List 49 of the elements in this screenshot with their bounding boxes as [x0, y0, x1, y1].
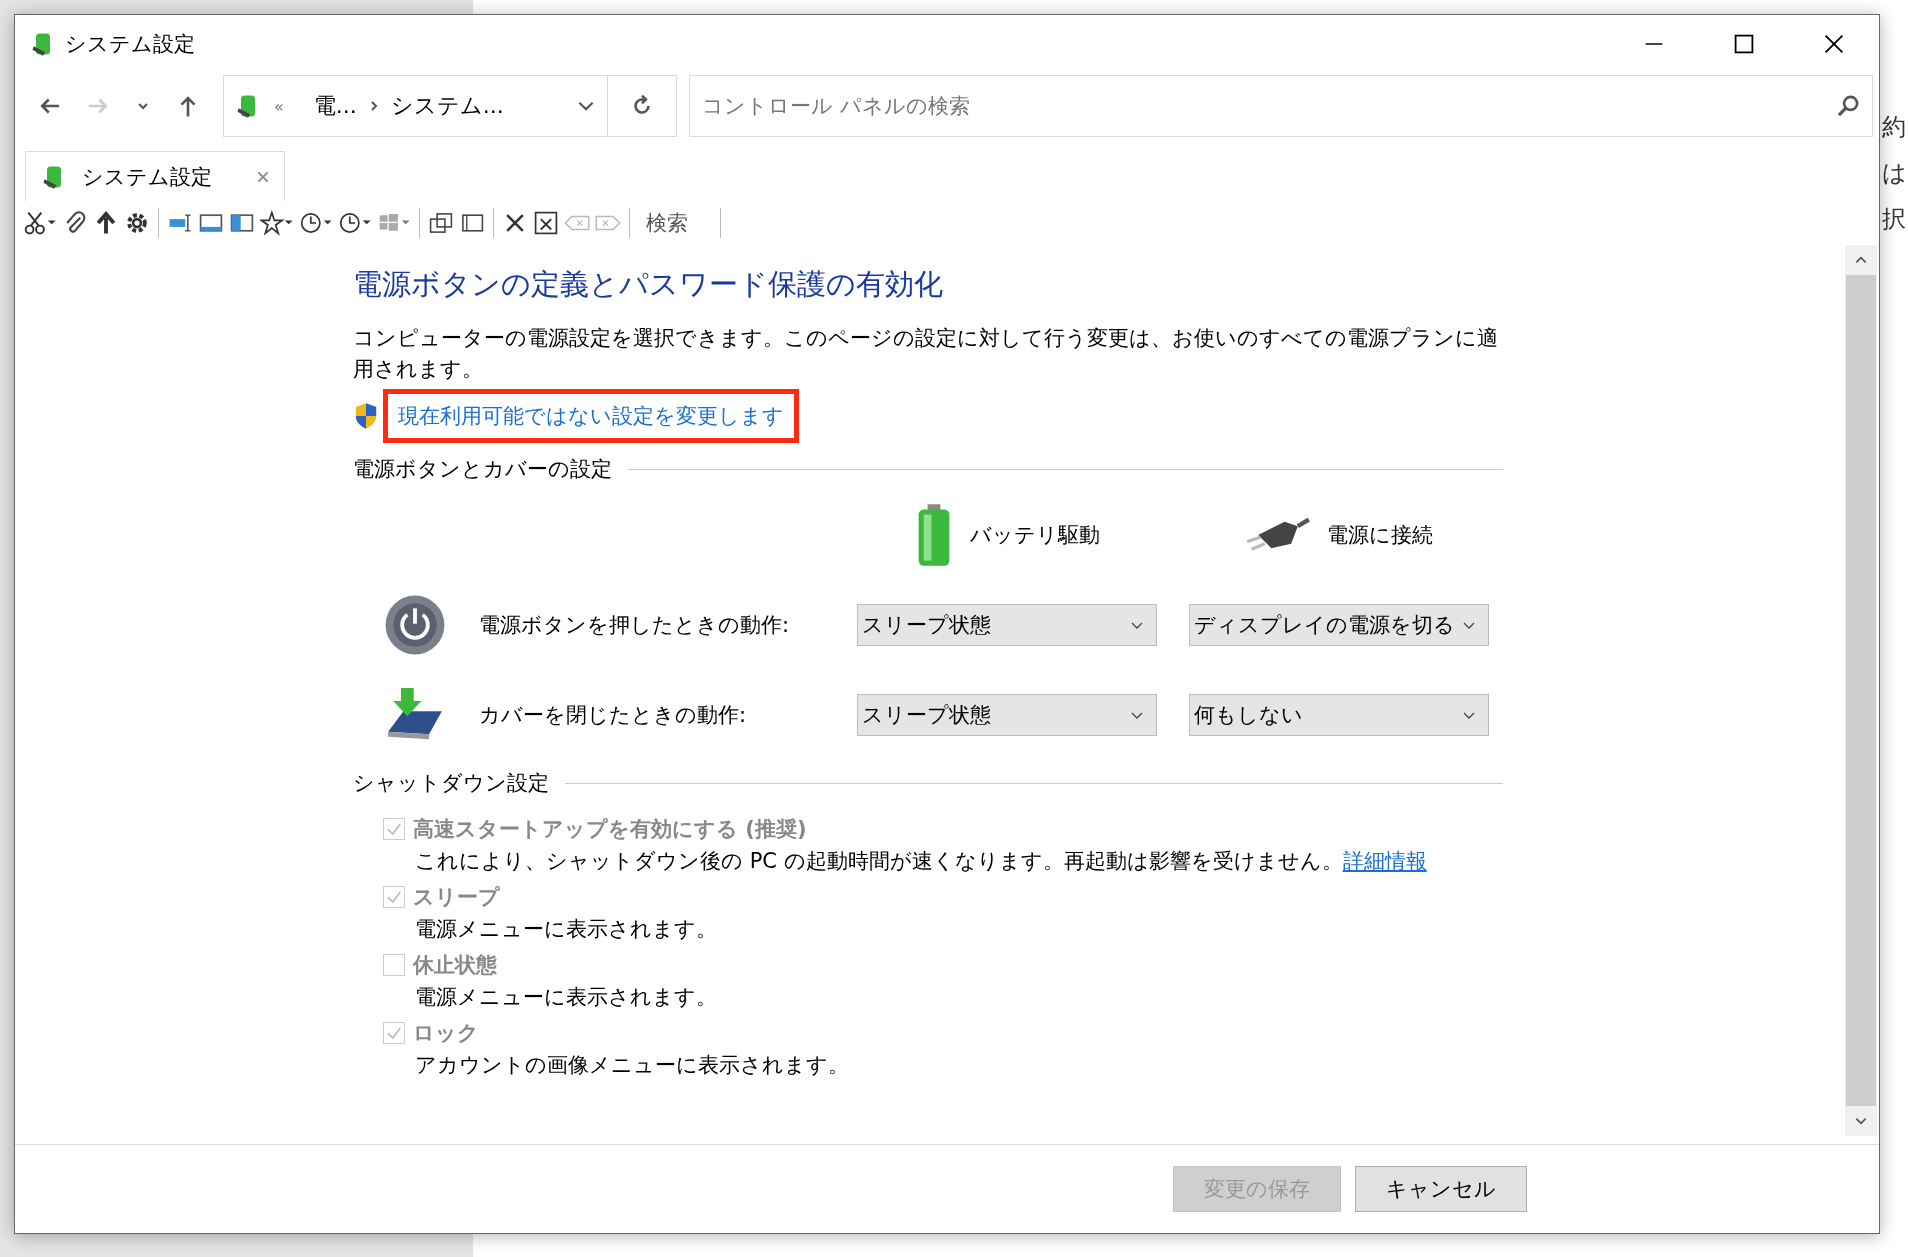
section-title: シャットダウン設定	[353, 770, 549, 797]
scissors-icon[interactable]	[23, 210, 57, 236]
breadcrumb[interactable]: システム...	[390, 91, 504, 121]
background-text: 択	[1882, 204, 1907, 234]
search-icon	[1835, 93, 1861, 119]
shield-icon	[353, 402, 379, 430]
setting-label: カバーを閉じたときの動作:	[479, 702, 748, 729]
option-label: ロック	[413, 1020, 479, 1047]
chevron-down-icon	[1130, 620, 1144, 630]
windows-icon[interactable]	[428, 210, 454, 236]
change-settings-link[interactable]: 現在利用可能ではない設定を変更します	[383, 389, 799, 443]
tab-label[interactable]: システム設定	[82, 162, 212, 191]
option-description: 電源メニューに表示されます。	[415, 985, 717, 1009]
option-description: アカウントの画像メニューに表示されます。	[415, 1053, 849, 1077]
option-label: 休止状態	[413, 952, 497, 979]
option-label: 高速スタートアップを有効にする (推奨)	[413, 816, 807, 843]
close-window-icon[interactable]	[533, 210, 559, 236]
dialog-button[interactable]: キャンセル	[1355, 1166, 1527, 1212]
option-description: 電源メニューに表示されます。	[415, 917, 717, 941]
tab[interactable]: システム設定	[25, 151, 285, 201]
background-text: 約	[1882, 112, 1907, 142]
option-description: これにより、シャットダウン後の PC の起動時間が速くなります。再起動は影響を受けません。	[415, 849, 1343, 873]
overflow-marker[interactable]: «	[274, 96, 284, 116]
option-label: スリープ	[413, 884, 500, 911]
page-heading: 電源ボタンの定義とパスワード保護の有効化	[353, 266, 944, 303]
section-title: 電源ボタンとカバーの設定	[353, 456, 612, 483]
dropdown[interactable]: 何もしない	[1189, 694, 1489, 736]
refresh-button[interactable]	[608, 75, 677, 137]
setting-label: 電源ボタンを押したときの動作:	[479, 612, 791, 639]
clock-icon[interactable]	[338, 210, 372, 236]
power-button-icon	[383, 593, 447, 657]
address-bar[interactable]: « 電... システム...	[223, 75, 608, 137]
search-button[interactable]: 検索	[638, 209, 712, 237]
description-text: コンピューターの電源設定を選択できます。このページの設定に対して行う変更は、お使いのすべての電源プランに適用されます。	[353, 325, 1499, 383]
chevron-down-icon	[1462, 620, 1476, 630]
chevron-down-icon	[1462, 710, 1476, 720]
search-field[interactable]: コントロール パネルの検索	[689, 75, 1873, 137]
background-text: は	[1882, 158, 1907, 188]
breadcrumb[interactable]: 電...	[313, 91, 357, 121]
gear-icon[interactable]	[124, 210, 150, 236]
dropdown[interactable]: ディスプレイの電源を切る	[1189, 604, 1489, 646]
column-header: バッテリ駆動	[970, 522, 1100, 549]
window-title: システム設定	[65, 31, 195, 58]
chevron-down-icon	[1130, 710, 1144, 720]
clock-icon[interactable]	[299, 210, 333, 236]
star-icon[interactable]	[260, 210, 294, 236]
column-header: 電源に接続	[1327, 522, 1433, 549]
dropdown[interactable]: スリープ状態	[857, 604, 1157, 646]
dropdown[interactable]: スリープ状態	[857, 694, 1157, 736]
